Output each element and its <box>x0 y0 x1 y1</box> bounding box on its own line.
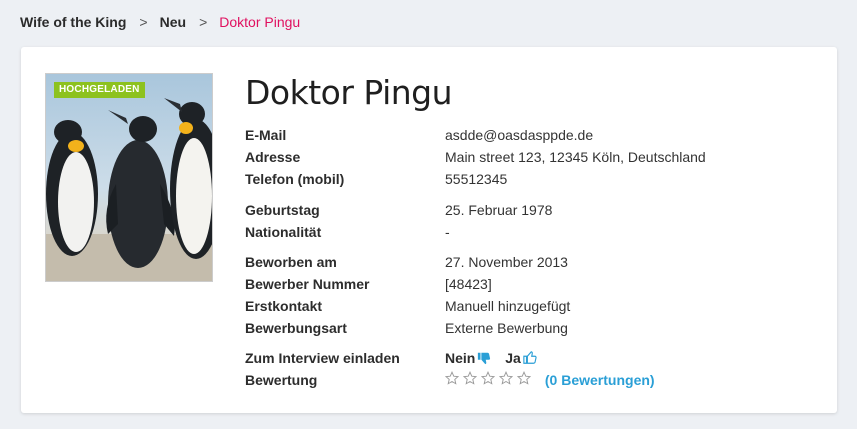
field-application-type: Bewerbungsart Externe Bewerbung <box>245 317 815 339</box>
interview-yes-label: Ja <box>505 350 521 366</box>
thumbs-down-icon <box>478 352 491 365</box>
field-label: Adresse <box>245 149 301 165</box>
address-value: Main street 123, 12345 Köln, Deutschland <box>445 149 706 165</box>
breadcrumb-separator: > <box>139 14 148 30</box>
field-birthday: Geburtstag 25. Februar 1978 <box>245 199 815 221</box>
field-phone: Telefon (mobil) 55512345 <box>245 168 815 190</box>
field-label: Bewerbungsart <box>245 320 347 336</box>
candidate-name: Doktor Pingu <box>245 73 453 112</box>
field-label: Beworben am <box>245 254 337 270</box>
email-value[interactable]: asdde@oasdasppde.de <box>445 124 593 146</box>
applicant-number-value: [48423] <box>445 276 492 292</box>
rating-value: (0 Bewertungen) <box>445 369 655 391</box>
profile-photo[interactable]: HOCHGELADEN <box>45 73 213 282</box>
star-outline-icon[interactable] <box>445 371 459 385</box>
interview-votes: Nein Ja <box>445 347 547 369</box>
field-label: Erstkontakt <box>245 298 323 314</box>
breadcrumb: Wife of the King > Neu > Doktor Pingu <box>20 14 300 30</box>
field-label: Telefon (mobil) <box>245 171 345 187</box>
thumbs-up-icon <box>523 351 537 364</box>
application-type-value: Externe Bewerbung <box>445 320 568 336</box>
field-applied-date: Beworben am 27. November 2013 <box>245 251 815 273</box>
field-label: Zum Interview einladen <box>245 350 400 366</box>
field-label: Geburtstag <box>245 202 320 218</box>
penguin-image <box>46 98 212 281</box>
uploaded-badge: HOCHGELADEN <box>54 82 145 98</box>
star-outline-icon[interactable] <box>517 371 531 385</box>
breadcrumb-item-wife-of-the-king[interactable]: Wife of the King <box>20 14 126 30</box>
field-label: E-Mail <box>245 127 287 143</box>
field-label: Bewertung <box>245 372 318 388</box>
star-outline-icon[interactable] <box>481 371 495 385</box>
rating-stars[interactable] <box>445 371 535 385</box>
breadcrumb-item-current: Doktor Pingu <box>219 14 301 30</box>
first-contact-value: Manuell hinzugefügt <box>445 298 571 314</box>
interview-yes-button[interactable]: Ja <box>505 347 537 369</box>
field-address: Adresse Main street 123, 12345 Köln, Deu… <box>245 146 815 168</box>
field-first-contact: Erstkontakt Manuell hinzugefügt <box>245 295 815 317</box>
nationality-value: - <box>445 224 450 240</box>
applied-date-value: 27. November 2013 <box>445 254 568 270</box>
profile-card: HOCHGELADEN Doktor Pingu E-Mail asdde@oa… <box>21 47 837 413</box>
field-email: E-Mail asdde@oasdasppde.de <box>245 124 815 146</box>
field-nationality: Nationalität - <box>245 221 815 243</box>
field-label: Nationalität <box>245 224 322 240</box>
field-label: Bewerber Nummer <box>245 276 370 292</box>
interview-no-label: Nein <box>445 350 476 366</box>
star-outline-icon[interactable] <box>463 371 477 385</box>
field-interview: Zum Interview einladen Nein Ja <box>245 347 815 369</box>
field-applicant-number: Bewerber Nummer [48423] <box>245 273 815 295</box>
breadcrumb-item-neu[interactable]: Neu <box>160 14 186 30</box>
birthday-value: 25. Februar 1978 <box>445 202 553 218</box>
field-rating: Bewertung (0 Bewertungen) <box>245 369 815 391</box>
star-outline-icon[interactable] <box>499 371 513 385</box>
interview-no-button[interactable]: Nein <box>445 347 491 369</box>
breadcrumb-separator: > <box>199 14 208 30</box>
ratings-count-link[interactable]: (0 Bewertungen) <box>545 372 655 388</box>
phone-value: 55512345 <box>445 171 508 187</box>
